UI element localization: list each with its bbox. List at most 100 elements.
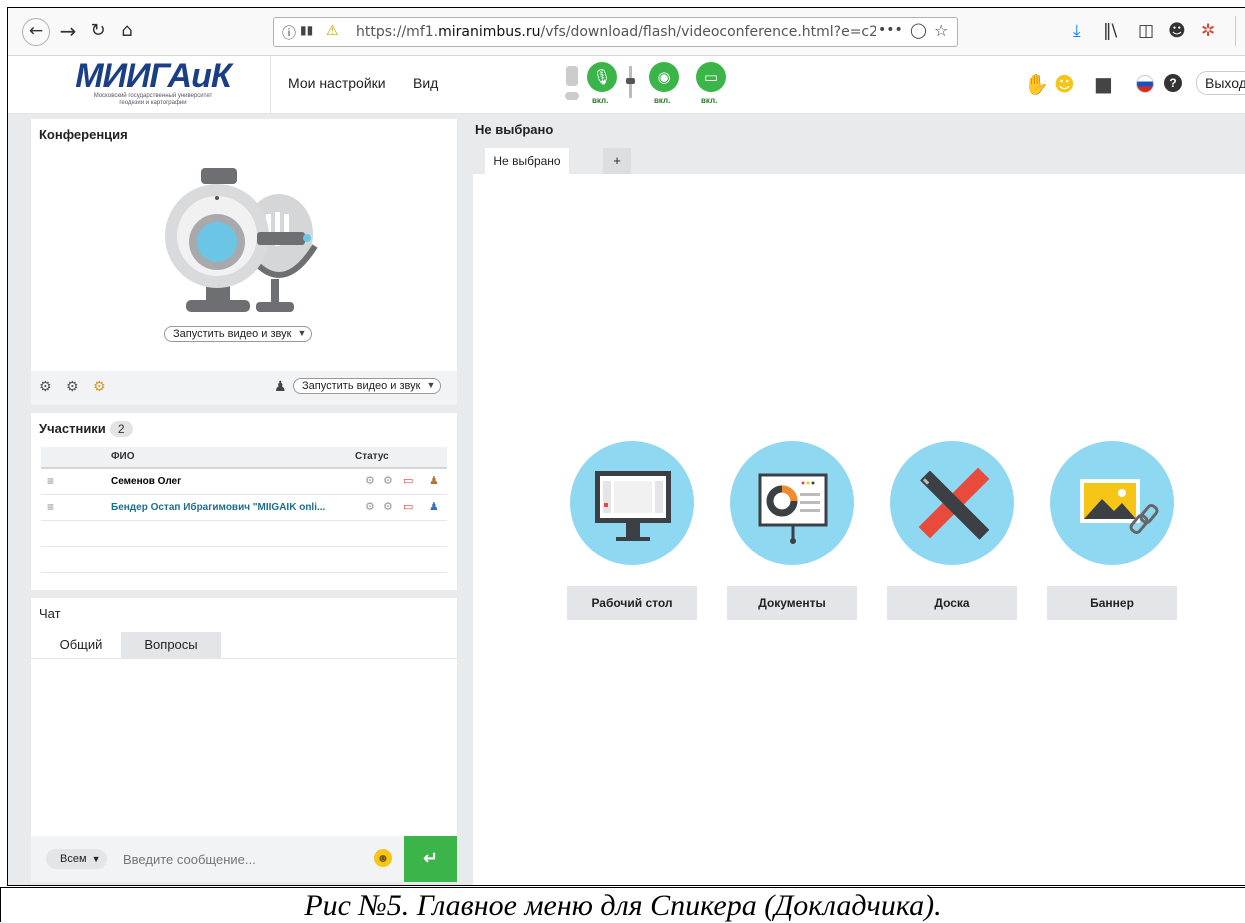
message-input[interactable]	[121, 847, 365, 871]
presentation-icon	[758, 473, 828, 544]
extension-icon[interactable]: ☻	[1168, 21, 1186, 41]
start-video-audio-dropdown[interactable]: Запустить видео и звук ▼	[164, 326, 313, 342]
conference-panel: Конференция Запустить видео и звук ▼ ⚙ ⚙…	[31, 119, 457, 405]
screen-status: вкл.	[701, 96, 718, 105]
listener-role-icon[interactable]: ♟	[429, 500, 439, 513]
whiteboard-option[interactable]	[890, 441, 1014, 565]
mic-status-icon[interactable]: ⚙	[365, 474, 375, 487]
camera-permission-icon[interactable]: ▮▮	[300, 23, 313, 37]
microphone-icon[interactable]: 🎙	[587, 62, 617, 92]
menu-my-settings[interactable]: Мои настройки	[288, 75, 386, 91]
image-link-icon	[1080, 479, 1159, 534]
menu-view[interactable]: Вид	[413, 75, 438, 91]
university-logo: МИИГАиК Московский государственный униве…	[38, 59, 268, 111]
url-text[interactable]: https://mf1.miranimbus.ru/vfs/download/f…	[356, 24, 876, 40]
participants-title: Участники 2	[39, 421, 133, 437]
send-button[interactable]: ↵	[404, 836, 457, 882]
info-icon[interactable]: ⓘ	[282, 23, 296, 43]
pocket-icon[interactable]: ◯	[910, 21, 927, 39]
webcam-settings-icon[interactable]: ⚙	[39, 379, 52, 395]
column-gutter	[465, 114, 473, 885]
empty-row	[41, 521, 447, 547]
header-divider	[270, 56, 271, 113]
conference-title: Конференция	[39, 127, 128, 142]
help-icon[interactable]: ?	[1164, 74, 1182, 92]
desktop-button[interactable]: Рабочий стол	[567, 586, 697, 620]
add-tab-button[interactable]: +	[603, 148, 631, 174]
library-icon[interactable]: ‖\	[1103, 21, 1117, 41]
tab-not-selected[interactable]: Не выбрано	[485, 148, 569, 174]
recipient-dropdown[interactable]: Всем ▼	[46, 849, 107, 869]
empty-row	[41, 547, 447, 573]
whiteboard-button[interactable]: Доска	[887, 586, 1017, 620]
russian-flag-icon[interactable]	[1136, 75, 1154, 93]
screen-share-icon[interactable]: ▭	[696, 62, 726, 92]
logo-text: МИИГАиК	[75, 57, 232, 95]
logo-subtitle: Московский государственный университет ге…	[93, 93, 213, 106]
folder-icon[interactable]: ■	[1094, 72, 1113, 96]
column-status: Статус	[355, 451, 389, 462]
sidebar-icon[interactable]: ◫	[1138, 21, 1154, 41]
webcam-status-icon[interactable]: ⚙	[383, 500, 393, 513]
home-icon[interactable]: ⌂	[116, 18, 138, 44]
participants-panel: Участники 2 ФИО Статус ≡ Семенов Олег ⚙ ⚙…	[31, 413, 457, 590]
column-name: ФИО	[111, 451, 135, 462]
chat-input-bar: Всем▼ ☻ ↵	[31, 836, 457, 882]
emoji-icon[interactable]: ☻	[374, 849, 392, 867]
desktop-option[interactable]	[570, 441, 694, 565]
participants-count-badge: 2	[109, 421, 133, 437]
back-arrow-icon[interactable]: ←	[22, 18, 50, 46]
drag-handle-icon[interactable]: ≡	[47, 500, 54, 514]
mic-settings-icon[interactable]: ⚙	[66, 379, 79, 395]
cam-status: вкл.	[654, 96, 671, 105]
mic-status-icon[interactable]: ⚙	[365, 500, 375, 513]
reload-icon[interactable]: ↻	[88, 18, 108, 44]
documents-option[interactable]	[730, 441, 854, 565]
pencil-ruler-icon	[918, 467, 990, 540]
screen-status-icon[interactable]: ▭	[403, 474, 413, 487]
page-actions-icon[interactable]: •••	[878, 22, 903, 38]
toolbar-divider	[1235, 16, 1236, 46]
forward-arrow-icon[interactable]: →	[58, 18, 78, 44]
banner-option[interactable]	[1050, 441, 1174, 565]
chevron-down-icon: ▼	[426, 380, 436, 390]
table-row[interactable]: ≡ Семенов Олег ⚙ ⚙ ▭ ♟	[41, 469, 447, 495]
raise-hand-icon[interactable]: ✋	[1024, 72, 1049, 96]
tab-divider	[31, 658, 457, 659]
tab-questions[interactable]: Вопросы	[121, 632, 221, 658]
drag-handle-icon[interactable]: ≡	[47, 474, 54, 488]
download-icon[interactable]: ⤓	[1073, 21, 1081, 41]
volume-slider-handle[interactable]	[626, 78, 635, 84]
desktop-icon	[595, 471, 671, 541]
left-column: Конференция Запустить видео и звук ▼ ⚙ ⚙…	[8, 114, 465, 885]
lock-warning-icon[interactable]: ⚠	[326, 23, 339, 39]
webcam-status-icon[interactable]: ⚙	[383, 474, 393, 487]
browser-window: ← → ↻ ⌂ ⓘ ▮▮ ⚠ https://mf1.miranimbus.ru…	[7, 7, 1245, 886]
screen-status-icon[interactable]: ▭	[403, 500, 413, 513]
participant-name: Семенов Олег	[111, 476, 182, 487]
table-row[interactable]: ≡ Бендер Остап Ибрагимович "MIIGAIK onli…	[41, 495, 447, 521]
tab-general[interactable]: Общий	[41, 632, 121, 658]
webcam-microphone-illustration	[165, 168, 318, 312]
exit-button[interactable]: Выход	[1196, 71, 1245, 95]
address-bar[interactable]: ⓘ ▮▮ ⚠ https://mf1.miranimbus.ru/vfs/dow…	[273, 17, 958, 47]
participant-name: Бендер Остап Ибрагимович "MIIGAIK onli..…	[111, 502, 326, 513]
speaker-role-icon[interactable]: ♟	[429, 474, 439, 487]
app-header: МИИГАиК Московский государственный униве…	[8, 56, 1245, 114]
chat-panel: Чат Общий Вопросы Всем▼ ☻ ↵	[31, 598, 457, 882]
bookmark-star-icon[interactable]: ☆	[934, 21, 948, 40]
banner-button[interactable]: Баннер	[1047, 586, 1177, 620]
mic-level-icon	[566, 66, 578, 86]
user-icon: ♟	[274, 379, 287, 395]
toggle-icon[interactable]	[565, 92, 579, 100]
mic-status: вкл.	[592, 96, 609, 105]
emoji-icon[interactable]: ☻	[1054, 72, 1075, 96]
toolbar-start-video-audio-dropdown[interactable]: Запустить видео и звук ▼	[293, 378, 442, 394]
user-settings-icon[interactable]: ⚙	[93, 379, 106, 395]
workspace-tabbar: Не выбрано Не выбрано +	[465, 114, 1245, 174]
addon-icon[interactable]: ✲	[1201, 21, 1215, 41]
conference-toolbar: ⚙ ⚙ ⚙ ♟ Запустить видео и звук ▼	[31, 371, 457, 405]
documents-button[interactable]: Документы	[727, 586, 857, 620]
webcam-icon[interactable]: ◉	[649, 62, 679, 92]
chat-title: Чат	[39, 606, 61, 621]
